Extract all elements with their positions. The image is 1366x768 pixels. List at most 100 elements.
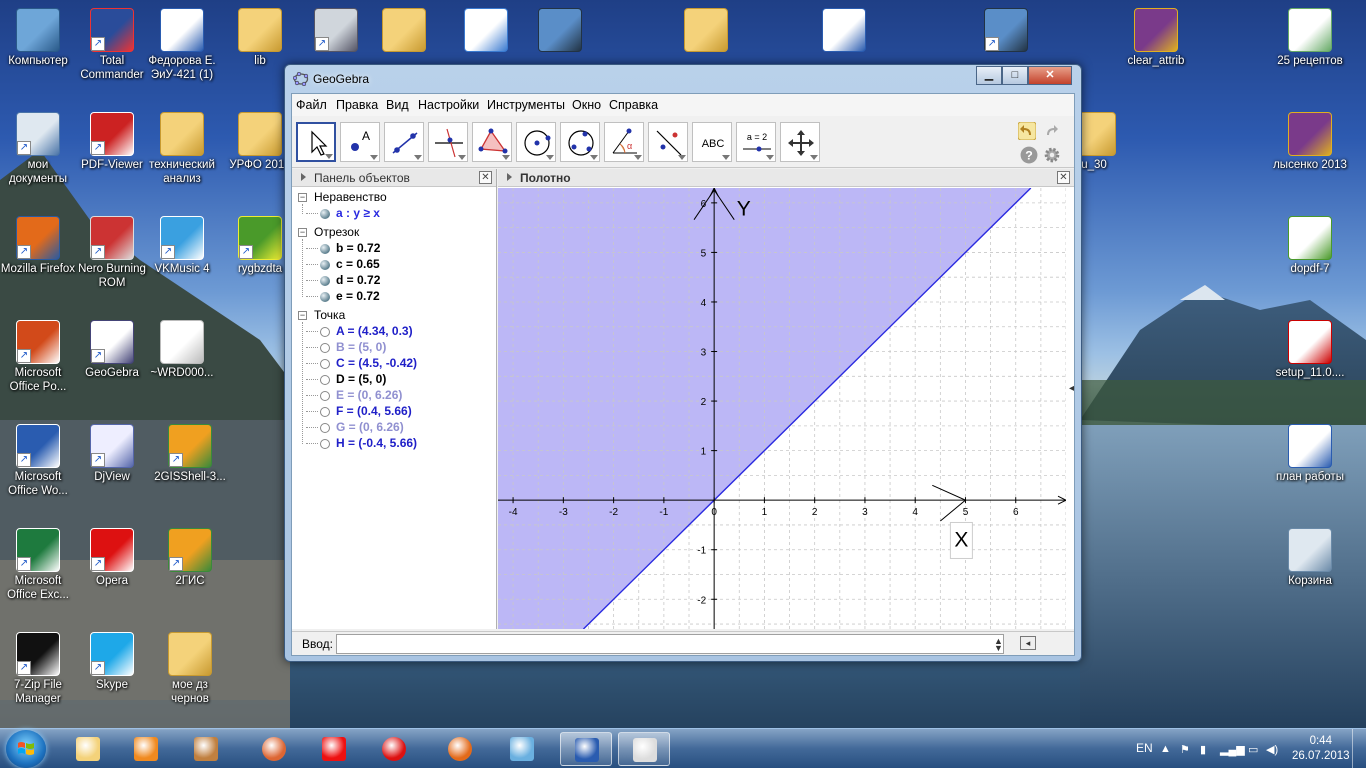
graphics-view-close-button[interactable]: ✕ bbox=[1057, 171, 1070, 184]
volume-icon[interactable]: ◀) bbox=[1266, 743, 1278, 756]
collapse-minus-icon[interactable]: − bbox=[298, 228, 307, 237]
desktop-icon[interactable]: технический анализ bbox=[144, 112, 220, 186]
desktop-icon[interactable]: Microsoft Office Wo... bbox=[0, 424, 76, 498]
visibility-toggle-icon[interactable] bbox=[320, 327, 330, 337]
taskbar-button[interactable] bbox=[62, 732, 114, 766]
move-view-tool-button[interactable] bbox=[780, 122, 820, 162]
desktop-icon[interactable]: Total Commander bbox=[74, 8, 150, 82]
show-desktop-button[interactable] bbox=[1352, 729, 1366, 768]
signal-icon[interactable]: ▂▄▆ bbox=[1220, 743, 1245, 756]
desktop-icon[interactable]: 2ГИС bbox=[152, 528, 228, 588]
desktop-icon[interactable]: Корзина bbox=[1272, 528, 1348, 588]
visibility-toggle-icon[interactable] bbox=[320, 276, 330, 286]
point-tool-button[interactable]: A bbox=[340, 122, 380, 162]
network-icon[interactable]: ▭ bbox=[1248, 743, 1258, 756]
desktop-icon[interactable]: лысенко 2013 bbox=[1272, 112, 1348, 172]
visibility-toggle-icon[interactable] bbox=[320, 260, 330, 270]
polygon-tool-button[interactable] bbox=[472, 122, 512, 162]
perpendicular-tool-button[interactable] bbox=[428, 122, 468, 162]
visibility-toggle-icon[interactable] bbox=[320, 209, 330, 219]
menu-help[interactable]: Справка bbox=[609, 98, 658, 112]
algebra-view-close-button[interactable]: ✕ bbox=[479, 171, 492, 184]
collapse-minus-icon[interactable]: − bbox=[298, 311, 307, 320]
taskbar-button[interactable] bbox=[434, 732, 486, 766]
collapse-triangle-icon[interactable] bbox=[507, 173, 512, 181]
desktop-icon[interactable]: setup_11.0.... bbox=[1272, 320, 1348, 380]
desktop-icon[interactable]: clear_attrib bbox=[1118, 8, 1194, 68]
desktop-icon[interactable]: Компьютер bbox=[0, 8, 76, 68]
menu-window[interactable]: Окно bbox=[572, 98, 601, 112]
desktop-icon[interactable]: Skype bbox=[74, 632, 150, 692]
taskbar-button[interactable] bbox=[120, 732, 172, 766]
circle-tool-button[interactable] bbox=[516, 122, 556, 162]
desktop-icon[interactable] bbox=[806, 8, 882, 54]
help-icon[interactable]: ? bbox=[1020, 146, 1038, 164]
tray-expand-icon[interactable]: ▲ bbox=[1160, 743, 1171, 755]
keyboard-toggle-icon[interactable]: ◂ bbox=[1020, 636, 1036, 650]
desktop-icon[interactable]: Федорова Е. ЭиУ-421 (1) bbox=[144, 8, 220, 82]
visibility-toggle-icon[interactable] bbox=[320, 423, 330, 433]
graphics-view[interactable]: Полотно ✕ -4 -3 -2 -1 0 1 2 3 4 5 6 -2 -1 1 2 3 4 5 6 X Y bbox=[498, 169, 1074, 629]
desktop-icon[interactable]: ~WRD000... bbox=[144, 320, 220, 380]
desktop-icon[interactable]: мои документы bbox=[0, 112, 76, 186]
desktop-icon[interactable]: dopdf-7 bbox=[1272, 216, 1348, 276]
desktop-icon[interactable]: GeoGebra bbox=[74, 320, 150, 380]
visibility-toggle-icon[interactable] bbox=[320, 343, 330, 353]
close-button[interactable]: ✕ bbox=[1028, 66, 1072, 85]
visibility-toggle-icon[interactable] bbox=[320, 407, 330, 417]
taskbar-button[interactable] bbox=[180, 732, 232, 766]
taskbar-button[interactable] bbox=[368, 732, 420, 766]
taskbar-button[interactable] bbox=[248, 732, 300, 766]
collapse-minus-icon[interactable]: − bbox=[298, 193, 307, 202]
side-panel-toggle-icon[interactable]: ◂ bbox=[1069, 383, 1074, 394]
desktop-icon[interactable] bbox=[668, 8, 744, 54]
collapse-triangle-icon[interactable] bbox=[301, 173, 306, 181]
menu-file[interactable]: Файл bbox=[296, 98, 327, 112]
desktop-icon[interactable] bbox=[366, 8, 442, 54]
taskbar-button[interactable] bbox=[496, 732, 548, 766]
taskbar-button[interactable] bbox=[560, 732, 612, 766]
algebra-view-header[interactable]: Панель объектов ✕ bbox=[292, 169, 496, 187]
desktop-icon[interactable]: lib bbox=[222, 8, 298, 68]
desktop-icon[interactable] bbox=[522, 8, 598, 54]
reflect-tool-button[interactable] bbox=[648, 122, 688, 162]
graphics-canvas[interactable]: -4 -3 -2 -1 0 1 2 3 4 5 6-2-1123456XY bbox=[498, 188, 1066, 629]
redo-icon[interactable] bbox=[1042, 122, 1060, 140]
visibility-toggle-icon[interactable] bbox=[320, 439, 330, 449]
desktop-icon[interactable] bbox=[448, 8, 524, 54]
menu-edit[interactable]: Правка bbox=[336, 98, 378, 112]
flag-icon[interactable]: ⚑ bbox=[1180, 743, 1190, 756]
geogebra-window[interactable]: GeoGebra ▁ □ ✕ Файл Правка Вид Настройки… bbox=[284, 64, 1082, 662]
device-icon[interactable]: ▮ bbox=[1200, 743, 1206, 756]
minimize-button[interactable]: ▁ bbox=[976, 66, 1002, 85]
visibility-toggle-icon[interactable] bbox=[320, 391, 330, 401]
clock[interactable]: 0:44 26.07.2013 bbox=[1292, 734, 1350, 764]
language-indicator[interactable]: EN bbox=[1136, 741, 1153, 755]
gear-icon[interactable] bbox=[1043, 146, 1061, 164]
slider-tool-button[interactable]: a = 2 bbox=[736, 122, 776, 162]
start-button[interactable] bbox=[6, 730, 46, 768]
desktop-icon[interactable]: 25 рецептов bbox=[1272, 8, 1348, 68]
desktop-icon[interactable]: 7-Zip File Manager bbox=[0, 632, 76, 706]
taskbar-button[interactable] bbox=[308, 732, 360, 766]
desktop-icon[interactable]: Opera bbox=[74, 528, 150, 588]
undo-icon[interactable] bbox=[1018, 122, 1036, 140]
desktop-icon[interactable]: Microsoft Office Exc... bbox=[0, 528, 76, 602]
desktop-icon[interactable]: Mozilla Firefox bbox=[0, 216, 76, 276]
text-tool-button[interactable]: ABC bbox=[692, 122, 732, 162]
desktop-icon[interactable]: мое дз чернов bbox=[152, 632, 228, 706]
angle-tool-button[interactable]: α bbox=[604, 122, 644, 162]
title-bar[interactable]: GeoGebra ▁ □ ✕ bbox=[285, 65, 1081, 93]
visibility-toggle-icon[interactable] bbox=[320, 292, 330, 302]
desktop-icon[interactable] bbox=[298, 8, 374, 54]
visibility-toggle-icon[interactable] bbox=[320, 375, 330, 385]
input-field[interactable] bbox=[336, 634, 1004, 654]
desktop-icon[interactable]: DjView bbox=[74, 424, 150, 484]
graphics-view-header[interactable]: Полотно ✕ bbox=[498, 169, 1074, 187]
desktop-icon[interactable]: PDF-Viewer bbox=[74, 112, 150, 172]
visibility-toggle-icon[interactable] bbox=[320, 244, 330, 254]
maximize-button[interactable]: □ bbox=[1002, 66, 1028, 85]
desktop-icon[interactable]: 2GISShell-3... bbox=[152, 424, 228, 484]
conic-tool-button[interactable] bbox=[560, 122, 600, 162]
line-tool-button[interactable] bbox=[384, 122, 424, 162]
